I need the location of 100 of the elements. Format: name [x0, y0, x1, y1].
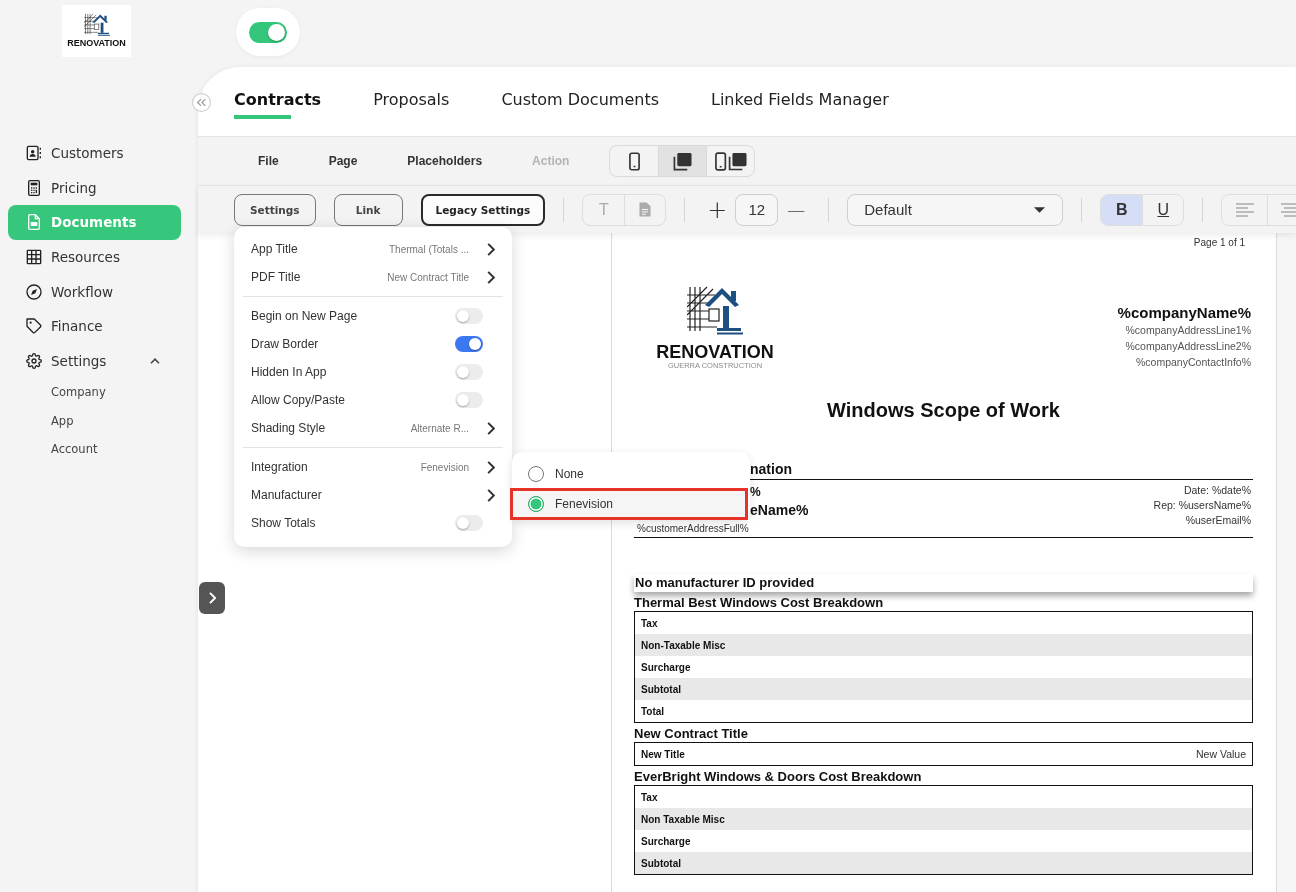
- caret-down-icon: [1034, 206, 1046, 213]
- table-cell: Non Taxable Misc: [635, 808, 1252, 830]
- tab[interactable]: Linked Fields Manager: [711, 90, 889, 119]
- table-cell-text: Surcharge: [640, 834, 692, 849]
- menu-item[interactable]: Allow Copy/Paste: [234, 386, 512, 414]
- menu-button[interactable]: Page: [328, 149, 358, 173]
- menu-item[interactable]: Hidden In App: [234, 358, 512, 386]
- grid-icon: [26, 249, 42, 266]
- menu-item[interactable]: Shading Style Alternate R...: [234, 414, 512, 442]
- customer-detail: eName%: [750, 501, 809, 519]
- company-name: %companyName%: [1117, 304, 1251, 322]
- nav-item[interactable]: Customers: [8, 136, 181, 171]
- toggle-switch[interactable]: [249, 21, 287, 43]
- chevron-right-icon: [208, 592, 216, 604]
- nav-subitem[interactable]: Company: [51, 378, 106, 407]
- table-cell-text: New Value: [1195, 747, 1247, 762]
- stacked-documents-icon: [673, 151, 692, 171]
- decrease-button[interactable]: —: [782, 193, 811, 226]
- tab[interactable]: Contracts: [234, 90, 322, 119]
- table-cell-text: Tax: [640, 790, 659, 805]
- table-cell-text: Total: [640, 704, 666, 719]
- tag-icon: [26, 318, 42, 335]
- expand-panel-button[interactable]: [199, 582, 225, 614]
- section-heading: nation: [750, 460, 792, 479]
- logo-text: RENOVATION: [67, 38, 126, 48]
- nav-item[interactable]: Pricing: [8, 170, 181, 206]
- toolbar-button[interactable]: Legacy Settings: [420, 193, 546, 226]
- logo-text: RENOVATION: [656, 343, 774, 361]
- nav-subitem[interactable]: App: [51, 406, 74, 436]
- document-icon: [639, 202, 652, 217]
- toggle-switch[interactable]: [455, 336, 483, 352]
- align-left-icon: [1235, 202, 1254, 217]
- table-cell: Non-Taxable Misc: [635, 634, 1252, 656]
- contract-detail: Date: %date%: [1183, 483, 1251, 498]
- toggle-switch[interactable]: [455, 515, 483, 531]
- toggle-switch[interactable]: [455, 308, 483, 324]
- company-detail: %companyAddressLine1%: [1125, 323, 1251, 338]
- calculator-icon: [26, 179, 42, 196]
- increase-button[interactable]: +: [703, 193, 732, 226]
- tab[interactable]: Custom Documents: [501, 90, 659, 119]
- nav-item[interactable]: Finance: [8, 308, 181, 344]
- menu-item[interactable]: Draw Border: [234, 330, 512, 358]
- underline-button[interactable]: U: [1142, 194, 1184, 225]
- phone-icon: [628, 151, 640, 171]
- menu-item[interactable]: Manufacturer: [234, 481, 512, 509]
- contract-detail: %userEmail%: [1185, 513, 1251, 528]
- house-icon: [83, 13, 110, 36]
- notice-bar: No manufacturer ID provided: [634, 574, 1253, 592]
- house-icon: [687, 285, 743, 335]
- menu-item-value: New Contract Title: [387, 271, 469, 283]
- menu-item[interactable]: App Title Thermal (Totals ...: [234, 235, 512, 263]
- toggle-switch[interactable]: [455, 364, 483, 380]
- radio-option[interactable]: Fenevision: [510, 488, 748, 520]
- font-dropdown[interactable]: Default: [847, 193, 1064, 226]
- tab[interactable]: Proposals: [373, 90, 450, 119]
- font-size-field[interactable]: 12: [735, 193, 779, 226]
- page-number: Page 1 of 1: [1193, 237, 1245, 249]
- menu-button[interactable]: Placeholders: [407, 149, 483, 173]
- nav-item[interactable]: Settings: [8, 343, 181, 379]
- nav-item[interactable]: Resources: [8, 239, 181, 275]
- chevron-right-icon: [487, 421, 495, 435]
- toolbar-button[interactable]: Settings: [234, 193, 316, 226]
- compass-icon: [26, 283, 42, 300]
- bold-button[interactable]: B: [1101, 194, 1143, 225]
- menu-item[interactable]: Show Totals: [234, 509, 512, 537]
- view-mode-button[interactable]: [658, 146, 706, 176]
- table-cell: Subtotal: [635, 852, 1252, 874]
- menu-item[interactable]: PDF Title New Contract Title: [234, 263, 512, 291]
- section-title: New Contract Title: [634, 725, 748, 742]
- table-cell-text: Tax: [640, 616, 659, 631]
- menu-item-value: Thermal (Totals ...: [388, 243, 469, 255]
- chevron-right-icon: [487, 460, 495, 474]
- document-title: Windows Scope of Work: [827, 398, 1060, 422]
- company-detail: %companyAddressLine2%: [1125, 339, 1251, 354]
- settings-icon: [26, 352, 42, 369]
- nav-item[interactable]: Workflow: [8, 274, 181, 309]
- nav-subitem[interactable]: Account: [51, 435, 98, 464]
- table-cell: Subtotal: [635, 678, 1252, 700]
- phone-and-documents-icon: [714, 151, 747, 171]
- section-title: EverBright Windows & Doors Cost Breakdown: [634, 768, 922, 785]
- double-chevron-left-icon[interactable]: [192, 93, 211, 112]
- chevron-right-icon: [487, 270, 495, 284]
- section-title: Thermal Best Windows Cost Breakdown: [634, 594, 884, 611]
- radio-option[interactable]: None: [512, 460, 750, 488]
- customer-detail: %customerAddressFull%: [637, 523, 749, 535]
- menu-item-value: Alternate R...: [410, 422, 469, 434]
- toolbar-button[interactable]: Link: [333, 193, 403, 226]
- menu-button[interactable]: File: [258, 149, 279, 173]
- contract-detail: Rep: %usersName%: [1153, 498, 1251, 513]
- customer-detail: %: [750, 484, 761, 501]
- document-icon: [26, 214, 42, 231]
- table-cell-text: Surcharge: [640, 660, 692, 675]
- chevron-right-icon: [487, 488, 495, 502]
- chevron-right-icon: [487, 242, 495, 256]
- toggle-switch[interactable]: [455, 392, 483, 408]
- menu-item-value: Fenevision: [420, 461, 469, 473]
- align-center-icon: [1281, 202, 1296, 217]
- menu-item[interactable]: Integration Fenevision: [234, 453, 512, 481]
- table-cell-text: New Title: [640, 747, 686, 762]
- menu-item[interactable]: Begin on New Page: [234, 302, 512, 330]
